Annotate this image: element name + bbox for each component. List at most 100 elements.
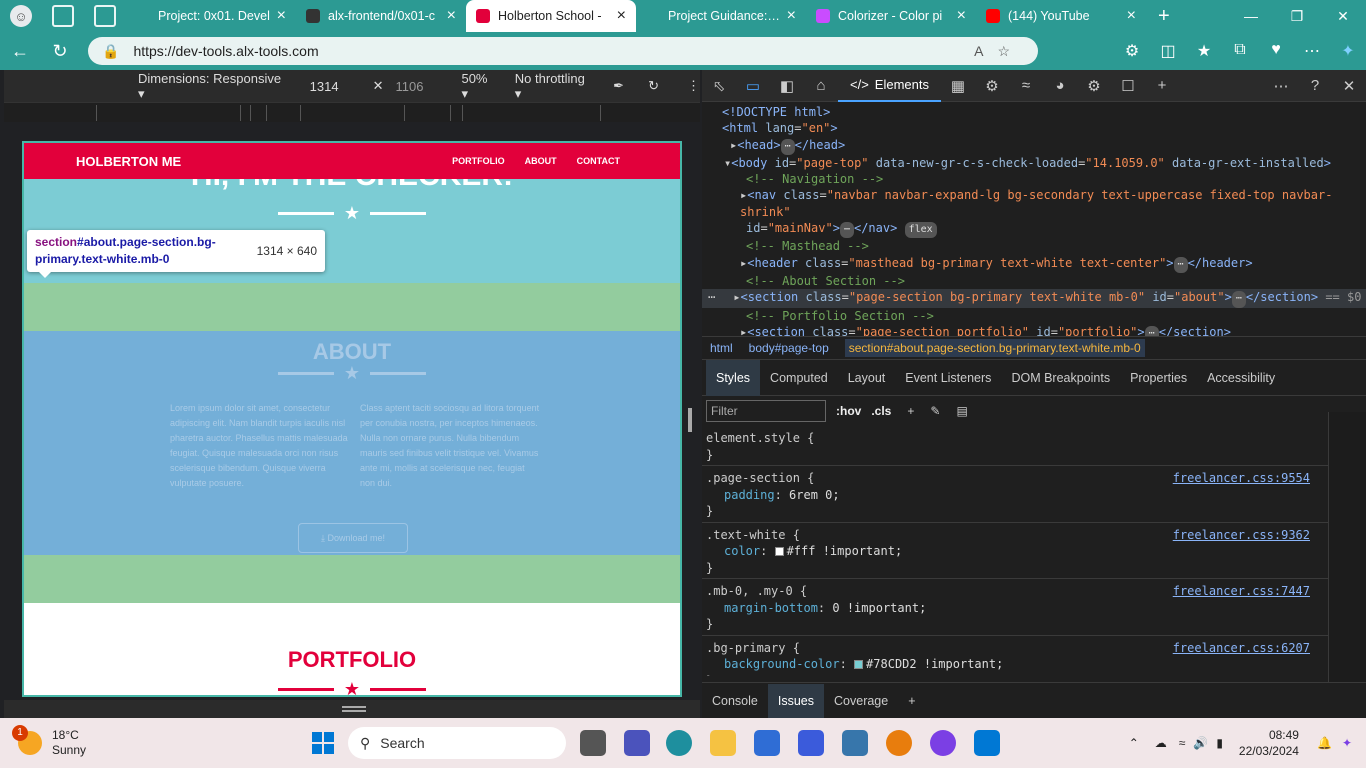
browser-tab[interactable]: Colorizer - Color pi × [806,0,976,32]
browser-tab[interactable]: Project: 0x01. Devel × [126,0,296,32]
python-icon[interactable] [842,730,868,756]
restore-icon[interactable]: ❐ [1274,8,1320,25]
rule-source-link[interactable]: freelancer.css:6207 [1173,640,1310,657]
property-value[interactable]: #fff !important; [787,544,903,558]
subtab-event-listeners[interactable]: Event Listeners [895,360,1001,396]
close-devtools-icon[interactable]: ✕ [1332,77,1366,95]
subtab-dom-breakpoints[interactable]: DOM Breakpoints [1001,360,1120,396]
read-aloud-icon[interactable]: A☆ [974,43,1024,60]
extensions-icon[interactable]: ⚙ [1114,41,1150,61]
style-rule[interactable]: .bg-primary {freelancer.css:6207 backgrou… [702,636,1366,677]
element-state-icon[interactable]: ✎ [930,404,940,418]
drawer-add-icon[interactable]: + [898,684,925,718]
style-rule[interactable]: element.style {} [702,426,1366,466]
zoom-select[interactable]: 50% ▾ [461,71,496,102]
rule-source-link[interactable]: freelancer.css:9362 [1173,527,1310,544]
rule-property[interactable]: background-color: #78CDD2 !important; [706,656,1366,673]
style-rule[interactable]: .text-white {freelancer.css:9362 color: #… [702,523,1366,579]
subtab-computed[interactable]: Computed [760,360,838,396]
collections-icon[interactable]: ⧉ [1222,41,1258,61]
dom-line[interactable]: <!-- About Section --> [722,273,1366,289]
dom-tree[interactable]: <!DOCTYPE html> <html lang="en"> ▸<head>… [702,102,1366,336]
property-name[interactable]: color [724,544,760,558]
rule-source-link[interactable]: freelancer.css:7447 [1173,583,1310,600]
tab-elements[interactable]: </> Elements [838,70,941,102]
profile-avatar[interactable]: ☺ [10,5,32,27]
subtab-styles[interactable]: Styles [706,359,761,396]
settings-gear-icon[interactable]: ⚙ [1077,77,1111,95]
property-name[interactable]: margin-bottom [724,601,818,615]
application-icon[interactable]: ☐ [1111,77,1145,95]
color-swatch-icon[interactable] [774,547,784,556]
drawer-tab-issues[interactable]: Issues [767,683,825,718]
browser-tab[interactable]: (144) YouTube × [976,0,1146,32]
tab-close-icon[interactable]: × [617,7,626,25]
tab-actions-icon[interactable] [94,5,116,27]
crumb-section[interactable]: section#about.page-section.bg-primary.te… [844,339,1145,357]
crumb-html[interactable]: html [710,341,733,355]
copilot-icon[interactable]: ✦ [1330,41,1366,61]
dom-line[interactable]: <!-- Navigation --> [722,171,1366,187]
drawer-tab-console[interactable]: Console [702,684,768,718]
more-menu-icon[interactable]: ⋯ [1294,41,1330,61]
property-name[interactable]: padding [724,488,775,502]
hov-toggle[interactable]: :hov [836,404,861,418]
nav-link-portfolio[interactable]: PORTFOLIO [452,156,505,166]
dom-line[interactable]: id="mainNav"> ⋯ </nav> flex [722,220,1366,239]
width-input[interactable]: 1314 [310,79,339,94]
battery-icon[interactable]: ▮ [1216,736,1223,750]
computed-sidebar-icon[interactable]: ▤ [956,404,967,418]
tab-close-icon[interactable]: × [1127,7,1136,25]
dom-line[interactable]: ▾<body id="page-top" data-new-gr-c-s-che… [722,155,1366,171]
favorites-icon[interactable]: ★ [1186,41,1222,61]
network-wifi-icon[interactable]: ≈ [1009,77,1043,94]
tab-close-icon[interactable]: × [447,7,456,25]
property-value[interactable]: #78CDD2 !important; [866,657,1003,671]
rule-property[interactable]: margin-bottom: 0 !important; [706,600,1366,617]
rule-property[interactable]: padding: 6rem 0; [706,487,1366,504]
file-explorer-icon[interactable] [710,730,736,756]
onedrive-icon[interactable]: ☁ [1155,736,1167,750]
computed-rail[interactable] [1328,412,1366,682]
console-tab-icon[interactable]: ▦ [941,77,975,95]
copilot-taskbar-icon[interactable]: ✦ [1342,736,1352,750]
taskbar-search[interactable]: ⚲ Search [348,727,566,759]
drawer-tab-coverage[interactable]: Coverage [824,684,898,718]
app-icon[interactable] [798,730,824,756]
dom-line[interactable]: <!-- Portfolio Section --> [722,308,1366,324]
property-name[interactable]: background-color [724,657,840,671]
dock-icon[interactable]: ◧ [770,77,804,95]
dom-line[interactable]: <!DOCTYPE html> [722,104,1366,120]
property-value[interactable]: 0 !important; [832,601,926,615]
nav-link-contact[interactable]: CONTACT [577,156,620,166]
tab-close-icon[interactable]: × [787,7,796,25]
rotate-icon[interactable]: ↻ [648,78,659,94]
dom-line[interactable]: ▸<section class="page-section portfolio"… [722,324,1366,336]
style-rule[interactable]: .page-section {freelancer.css:9554 paddin… [702,466,1366,523]
eyedropper-icon[interactable]: ✒ [613,78,624,94]
dom-line[interactable]: ▸<header class="masthead bg-primary text… [722,255,1366,273]
subtab-accessibility[interactable]: Accessibility [1197,360,1285,396]
back-icon[interactable]: ← [0,41,40,62]
clock[interactable]: 08:49 22/03/2024 [1239,727,1299,759]
rule-selector[interactable]: element.style { [706,430,1366,447]
workspaces-icon[interactable] [52,5,74,27]
new-rule-icon[interactable]: + [907,404,914,418]
dom-line[interactable]: ▸<head> ⋯ </head> [722,137,1366,155]
viewport-resize-bar[interactable] [4,700,700,718]
minimize-icon[interactable]: — [1228,8,1274,25]
download-button[interactable]: ⤓ Download me! [298,523,408,553]
height-input[interactable]: 1106 [396,79,424,94]
url-field[interactable]: 🔒 https://dev-tools.alx-tools.com A☆ [88,37,1038,65]
crumb-body[interactable]: body#page-top [749,341,829,355]
volume-icon[interactable]: 🔊 [1193,736,1208,750]
subtab-properties[interactable]: Properties [1120,360,1197,396]
browser-tab[interactable]: alx-frontend/0x01-c × [296,0,466,32]
styles-filter-input[interactable]: Filter [706,400,826,422]
rule-property[interactable]: color: #fff !important; [706,543,1366,560]
dom-line-selected[interactable]: ⋯ ▸<section class="page-section bg-primar… [702,289,1366,308]
edge-icon[interactable] [666,730,692,756]
media-query-ruler[interactable] [4,102,700,122]
property-value[interactable]: 6rem 0; [789,488,840,502]
color-swatch-icon[interactable] [854,660,864,669]
